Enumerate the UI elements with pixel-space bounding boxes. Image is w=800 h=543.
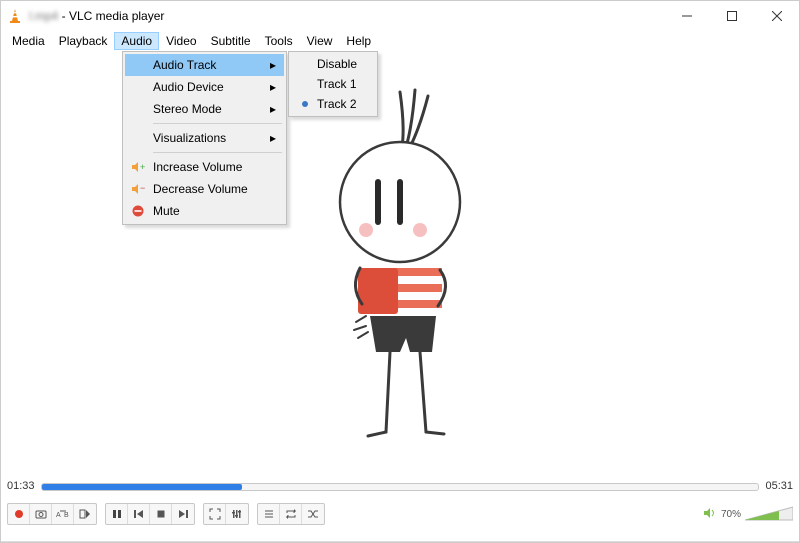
- titlebar: l.mp4 - VLC media player: [1, 1, 799, 31]
- svg-text:+: +: [140, 162, 145, 172]
- menu-playback[interactable]: Playback: [52, 32, 115, 50]
- menu-mute[interactable]: Mute: [125, 200, 284, 222]
- audio-track-disable[interactable]: Disable: [291, 54, 375, 74]
- snapshot-button[interactable]: [30, 504, 52, 524]
- loop-button[interactable]: [280, 504, 302, 524]
- menu-stereo-mode[interactable]: Stereo Mode ▸: [125, 98, 284, 120]
- mute-icon: [129, 202, 147, 220]
- menu-item-label: Decrease Volume: [153, 182, 248, 196]
- submenu-arrow-icon: ▸: [270, 58, 276, 72]
- audio-track-submenu: Disable Track 1 Track 2: [288, 51, 378, 117]
- time-total: 05:31: [765, 480, 793, 492]
- volume-slider[interactable]: [745, 505, 793, 523]
- player-controls: 01:33 05:31 AB: [1, 477, 799, 542]
- menu-audio-track[interactable]: Audio Track ▸: [125, 54, 284, 76]
- menu-item-label: Increase Volume: [153, 160, 242, 174]
- maximize-button[interactable]: [709, 1, 754, 31]
- menu-item-label: Stereo Mode: [153, 102, 222, 116]
- window-title: l.mp4 - VLC media player: [29, 9, 664, 23]
- svg-text:−: −: [140, 183, 145, 193]
- menu-item-label: Mute: [153, 204, 180, 218]
- menu-visualizations[interactable]: Visualizations ▸: [125, 127, 284, 149]
- extended-settings-button[interactable]: [226, 504, 248, 524]
- minimize-button[interactable]: [664, 1, 709, 31]
- video-area[interactable]: [1, 51, 799, 477]
- frame-step-button[interactable]: [74, 504, 96, 524]
- speaker-minus-icon: −: [129, 180, 147, 198]
- view-cluster: [203, 503, 249, 525]
- menu-view[interactable]: View: [300, 32, 340, 50]
- speaker-plus-icon: +: [129, 158, 147, 176]
- menu-item-label: Disable: [317, 57, 357, 71]
- menu-audio-device[interactable]: Audio Device ▸: [125, 76, 284, 98]
- playback-cluster: [105, 503, 195, 525]
- video-frame-illustration: [250, 72, 550, 472]
- window-controls: [664, 1, 799, 31]
- menu-help[interactable]: Help: [339, 32, 378, 50]
- menu-separator: [153, 123, 282, 124]
- audio-track-1[interactable]: Track 1: [291, 74, 375, 94]
- seek-slider-fill: [42, 484, 243, 490]
- menu-item-label: Visualizations: [153, 131, 226, 145]
- menu-media[interactable]: Media: [5, 32, 52, 50]
- time-elapsed: 01:33: [7, 480, 35, 492]
- close-button[interactable]: [754, 1, 799, 31]
- menu-tools[interactable]: Tools: [258, 32, 300, 50]
- menu-item-label: Audio Device: [153, 80, 224, 94]
- shuffle-button[interactable]: [302, 504, 324, 524]
- seek-slider[interactable]: [41, 483, 760, 491]
- submenu-arrow-icon: ▸: [270, 80, 276, 94]
- previous-button[interactable]: [128, 504, 150, 524]
- svg-text:B: B: [64, 512, 69, 519]
- menu-increase-volume[interactable]: + Increase Volume: [125, 156, 284, 178]
- next-button[interactable]: [172, 504, 194, 524]
- menu-subtitle[interactable]: Subtitle: [204, 32, 258, 50]
- playlist-button[interactable]: [258, 504, 280, 524]
- radio-selected-icon: [302, 101, 308, 107]
- fullscreen-button[interactable]: [204, 504, 226, 524]
- submenu-arrow-icon: ▸: [270, 102, 276, 116]
- menu-item-label: Audio Track: [153, 58, 216, 72]
- audio-track-2[interactable]: Track 2: [291, 94, 375, 114]
- svg-text:A: A: [56, 512, 61, 519]
- playlist-cluster: [257, 503, 325, 525]
- controls-row: AB 70%: [1, 499, 799, 529]
- submenu-arrow-icon: ▸: [270, 131, 276, 145]
- seek-row: 01:33 05:31: [1, 477, 799, 495]
- speaker-icon[interactable]: [703, 506, 717, 523]
- stop-button[interactable]: [150, 504, 172, 524]
- menu-video[interactable]: Video: [159, 32, 203, 50]
- record-button[interactable]: [8, 504, 30, 524]
- menu-separator: [153, 152, 282, 153]
- volume-control: 70%: [703, 505, 793, 523]
- menu-item-label: Track 2: [317, 97, 357, 111]
- loop-ab-button[interactable]: AB: [52, 504, 74, 524]
- menu-decrease-volume[interactable]: − Decrease Volume: [125, 178, 284, 200]
- vlc-cone-icon: [7, 8, 23, 24]
- audio-menu-dropdown: Audio Track ▸ Audio Device ▸ Stereo Mode…: [122, 51, 287, 225]
- volume-percent-label: 70%: [721, 509, 741, 520]
- menu-item-label: Track 1: [317, 77, 357, 91]
- menubar: Media Playback Audio Video Subtitle Tool…: [1, 31, 799, 51]
- menu-audio[interactable]: Audio: [114, 32, 159, 50]
- record-cluster: AB: [7, 503, 97, 525]
- pause-button[interactable]: [106, 504, 128, 524]
